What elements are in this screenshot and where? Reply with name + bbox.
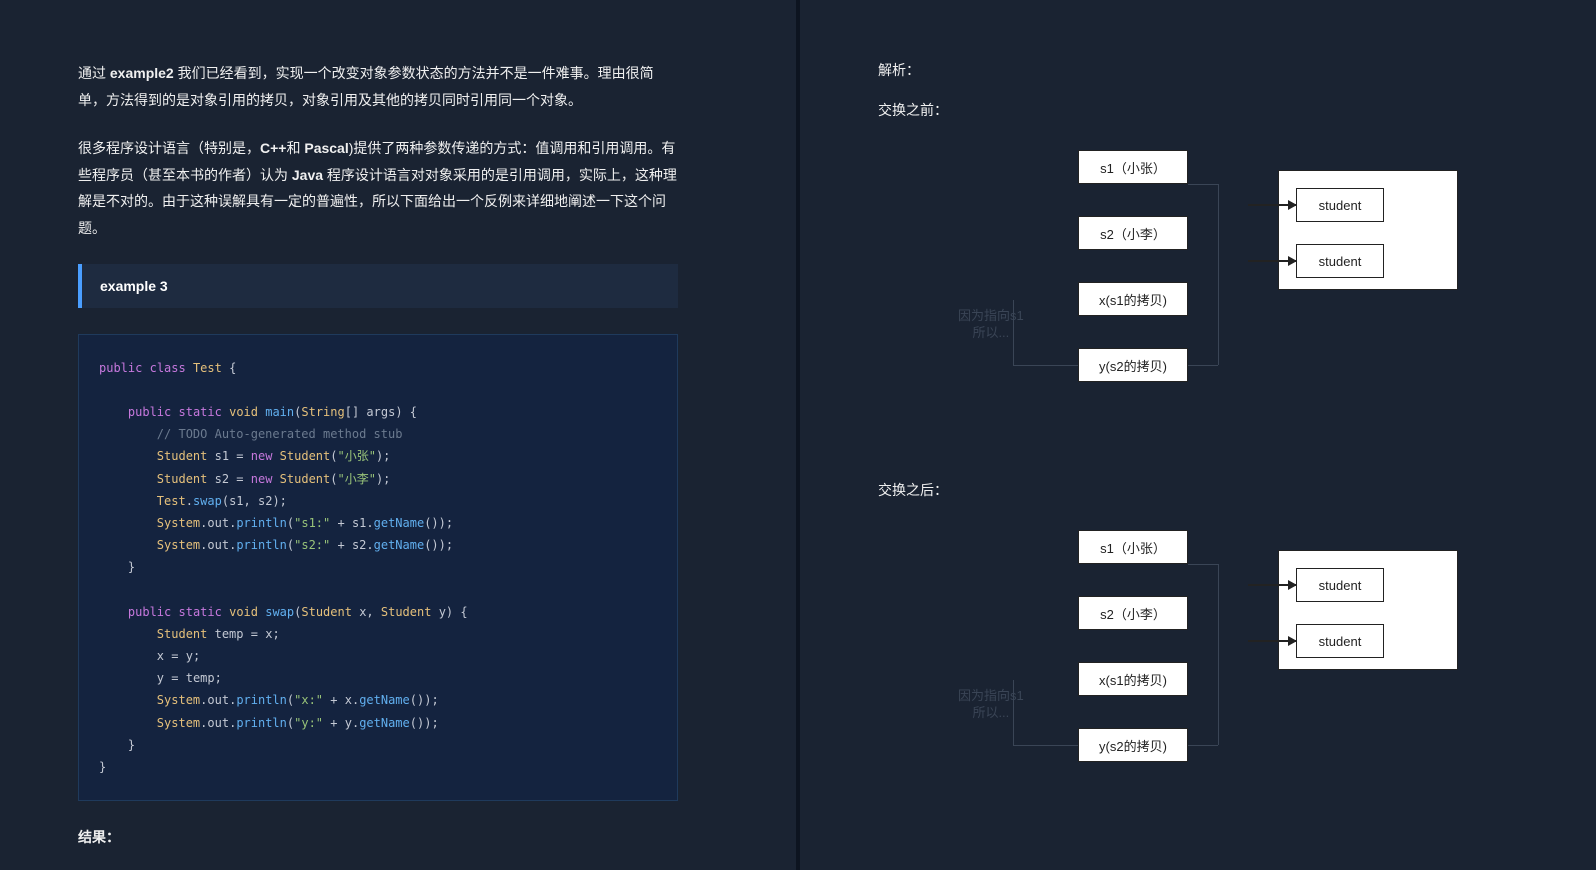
code-block: public class Test { public static void m… [78, 334, 678, 802]
diagram-before: s1（小张） s2（小李） x(s1的拷贝) y(s2的拷贝) student … [878, 140, 1536, 440]
box-x: x(s1的拷贝) [1078, 662, 1188, 696]
box-y: y(s2的拷贝) [1078, 728, 1188, 762]
analysis-label: 解析： [878, 60, 1536, 80]
connector [1013, 365, 1078, 366]
connector [1013, 745, 1078, 746]
obj-student-1: student [1296, 568, 1384, 602]
callout-title: example 3 [100, 278, 660, 294]
connector [1188, 745, 1218, 746]
obj-student-2: student [1296, 244, 1384, 278]
connector [1013, 680, 1014, 745]
paragraph-2: 很多程序设计语言（特别是，C++和 Pascal)提供了两种参数传递的方式：值调… [78, 135, 678, 241]
obj-student-1: student [1296, 188, 1384, 222]
arrow-icon [1248, 260, 1296, 262]
text-bold: C++ [260, 140, 286, 156]
box-s1: s1（小张） [1078, 150, 1188, 184]
box-x: x(s1的拷贝) [1078, 282, 1188, 316]
arrow-icon [1248, 584, 1296, 586]
before-label: 交换之前： [878, 100, 1536, 120]
connector [1188, 365, 1218, 366]
obj-student-2: student [1296, 624, 1384, 658]
connector [1013, 300, 1014, 365]
text-bold: Pascal [304, 140, 348, 156]
diagram-after: s1（小张） s2（小李） x(s1的拷贝) y(s2的拷贝) student … [878, 520, 1536, 820]
page-root: 通过 example2 我们已经看到，实现一个改变对象参数状态的方法并不是一件难… [0, 0, 1596, 870]
article-column: 通过 example2 我们已经看到，实现一个改变对象参数状态的方法并不是一件难… [0, 0, 796, 870]
text: 通过 [78, 65, 110, 81]
analysis-column: 解析： 交换之前： s1（小张） s2（小李） x(s1的拷贝) y(s2的拷贝… [800, 0, 1596, 870]
text-bold: Java [292, 167, 323, 183]
box-y: y(s2的拷贝) [1078, 348, 1188, 382]
text: 很多程序设计语言（特别是， [78, 140, 260, 156]
connector [1188, 184, 1218, 185]
result-label: 结果： [78, 827, 736, 847]
box-s1: s1（小张） [1078, 530, 1188, 564]
connector [1188, 564, 1218, 565]
example-callout: example 3 [78, 264, 678, 308]
text: 和 [286, 140, 304, 156]
arrow-icon [1248, 204, 1296, 206]
text-bold: example2 [110, 65, 174, 81]
connector [1218, 564, 1219, 745]
connector [1218, 184, 1219, 365]
box-s2: s2（小李） [1078, 596, 1188, 630]
paragraph-1: 通过 example2 我们已经看到，实现一个改变对象参数状态的方法并不是一件难… [78, 60, 678, 113]
arrow-icon [1248, 640, 1296, 642]
after-label: 交换之后： [878, 480, 1536, 500]
box-s2: s2（小李） [1078, 216, 1188, 250]
